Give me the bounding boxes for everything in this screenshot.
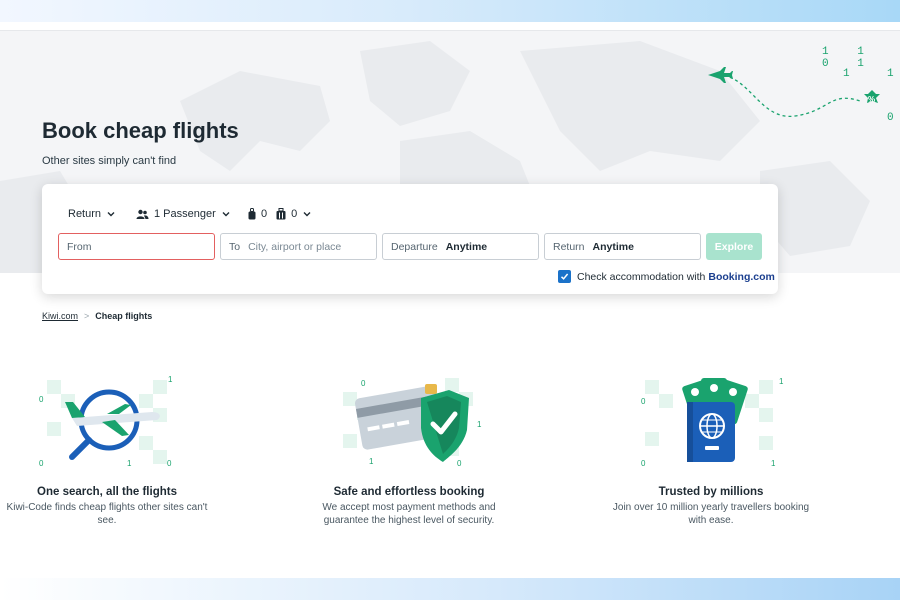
passengers-dropdown[interactable]: 1 Passenger	[136, 208, 231, 220]
trip-type-dropdown[interactable]: Return	[68, 208, 116, 220]
top-gradient-band	[0, 0, 900, 22]
departure-input[interactable]: Departure Anytime	[382, 233, 539, 260]
departure-value: Anytime	[445, 240, 488, 253]
accommodation-checkbox-row[interactable]: Check accommodation with Booking.com	[558, 270, 775, 283]
page-title: Book cheap flights	[42, 118, 239, 143]
to-label: To	[229, 240, 241, 253]
passengers-label: 1 Passenger	[154, 208, 216, 220]
cabin-bag-icon	[248, 208, 256, 220]
breadcrumb-home-link[interactable]: Kiwi.com	[42, 311, 78, 321]
decor-digit: 0	[39, 395, 44, 404]
chevron-down-icon	[303, 212, 311, 217]
feature-title: One search, all the flights	[37, 486, 177, 498]
feature-card: 1 0 0 1 Trusted by millions Join over 10…	[601, 372, 821, 527]
decor-digit: 1	[168, 375, 173, 384]
route-plane-icon: %	[708, 67, 880, 117]
feature-card: 1 0 0 1 0 One search, all the flights Ki…	[0, 372, 217, 527]
checked-bags-count: 0	[291, 208, 298, 220]
return-input[interactable]: Return Anytime	[544, 233, 701, 260]
decor-digit: 0	[39, 459, 44, 468]
breadcrumb-current: Cheap flights	[95, 311, 153, 321]
to-placeholder: City, airport or place	[248, 240, 342, 253]
passengers-icon	[136, 209, 149, 219]
bottom-gradient-band	[0, 578, 900, 600]
chevron-down-icon	[222, 212, 230, 217]
feature-title: Trusted by millions	[658, 486, 764, 498]
decor-digit: 0	[361, 379, 366, 388]
binary-digit: 0	[887, 112, 894, 124]
svg-text:%: %	[868, 95, 875, 104]
cabin-bags-count: 0	[261, 208, 268, 220]
plane-magnifier-icon: 1 0 0 1 0	[39, 375, 173, 468]
chevron-down-icon	[107, 212, 115, 217]
from-input[interactable]: From	[58, 233, 215, 260]
passport-tickets-illustration: 1 0 0 1	[631, 372, 791, 472]
return-label: Return	[553, 240, 585, 253]
from-placeholder: From	[67, 240, 92, 253]
card-shield-icon: 1 0 1 0	[343, 378, 482, 468]
bags-dropdown[interactable]: 0 0	[248, 208, 312, 220]
return-value: Anytime	[592, 240, 634, 253]
page-subtitle: Other sites simply can't find	[42, 155, 177, 167]
decor-digit: 0	[641, 397, 646, 406]
decor-digit: 0	[457, 459, 462, 468]
accommodation-label: Check accommodation with	[577, 270, 706, 283]
breadcrumb-separator: >	[84, 311, 90, 321]
feature-text: Kiwi-Code finds cheap flights other site…	[6, 502, 208, 526]
breadcrumb: Kiwi.com > Cheap flights	[42, 311, 152, 321]
to-input[interactable]: To City, airport or place	[220, 233, 377, 260]
feature-text: We accept most payment methods and guara…	[322, 502, 496, 526]
trip-type-label: Return	[68, 208, 102, 220]
plane-magnifier-illustration: 1 0 0 1 0	[27, 372, 187, 472]
checkmark-icon	[560, 273, 569, 280]
feature-text: Join over 10 million yearly travellers b…	[612, 502, 810, 526]
decor-digit: 1	[771, 459, 776, 468]
decor-digit: 1	[779, 377, 784, 386]
feature-title: Safe and effortless booking	[333, 486, 485, 498]
booking-brand[interactable]: Booking.com	[708, 271, 775, 283]
binary-digit: 1	[887, 68, 894, 80]
feature-card: 1 0 1 0 Safe and effortless booking We a…	[299, 372, 519, 527]
passport-tickets-icon: 1 0 0 1	[641, 377, 784, 468]
explore-button[interactable]: Explore	[706, 233, 762, 260]
decor-digit: 0	[641, 459, 646, 468]
decor-digit: 0	[167, 459, 172, 468]
departure-label: Departure	[391, 240, 438, 253]
decor-digit: 1	[369, 457, 374, 466]
binary-digits-row1: 1 1 0 1	[822, 46, 875, 70]
decor-digit: 1	[477, 420, 482, 429]
card-shield-illustration: 1 0 1 0	[329, 372, 489, 472]
binary-digit: 1	[843, 68, 850, 80]
search-form: Return 1 Passenger 0 0 From To City, air…	[42, 184, 778, 294]
decor-digit: 1	[127, 459, 132, 468]
accommodation-checkbox[interactable]	[558, 270, 571, 283]
checked-bag-icon	[276, 208, 286, 220]
